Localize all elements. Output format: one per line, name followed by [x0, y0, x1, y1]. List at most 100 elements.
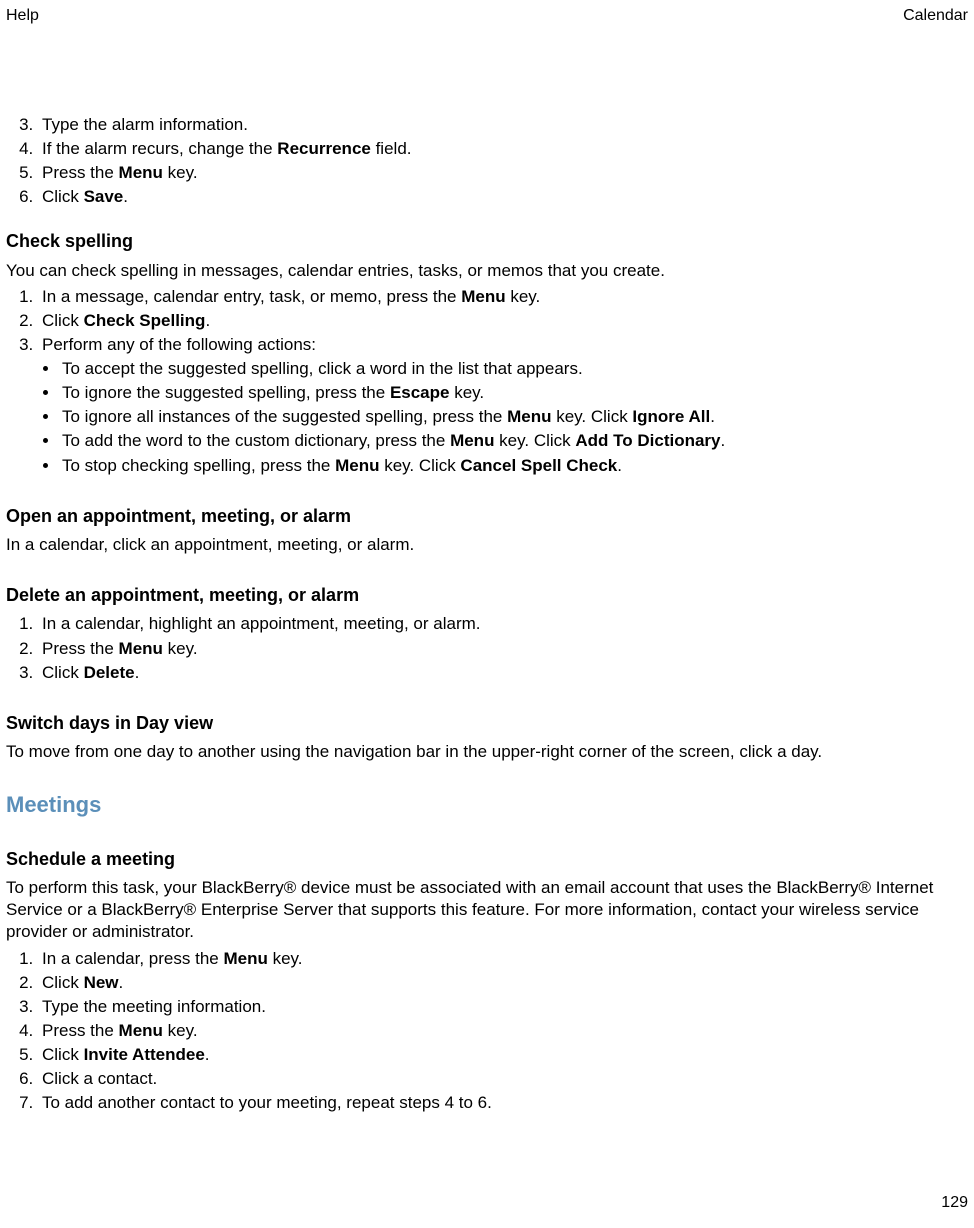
- list-item: Perform any of the following actions:: [38, 334, 968, 356]
- text: Click: [42, 187, 84, 206]
- delete-steps: In a calendar, highlight an appointment,…: [6, 613, 968, 683]
- bold-term: Menu: [119, 163, 163, 182]
- bold-term: New: [84, 973, 119, 992]
- header-left: Help: [6, 6, 39, 27]
- check-spelling-steps: In a message, calendar entry, task, or m…: [6, 286, 968, 356]
- text: In a calendar, press the: [42, 949, 223, 968]
- page-content: Type the alarm information. If the alarm…: [6, 112, 968, 1116]
- list-item: In a message, calendar entry, task, or m…: [38, 286, 968, 308]
- bold-term: Menu: [450, 431, 494, 450]
- text: .: [135, 663, 140, 682]
- step-text: To add another contact to your meeting, …: [42, 1093, 492, 1112]
- alarm-steps: Type the alarm information. If the alarm…: [6, 114, 968, 208]
- text: .: [205, 311, 210, 330]
- bold-term: Add To Dictionary: [575, 431, 720, 450]
- step-text: Click a contact.: [42, 1069, 157, 1088]
- heading-check-spelling: Check spelling: [6, 230, 968, 253]
- step-text: Click New.: [42, 973, 123, 992]
- list-item: Click a contact.: [38, 1068, 968, 1090]
- text: Press the: [42, 639, 119, 658]
- text: Click: [42, 663, 84, 682]
- check-spelling-bullets: To accept the suggested spelling, click …: [6, 358, 968, 476]
- list-item: Press the Menu key.: [38, 1020, 968, 1042]
- bold-term: Cancel Spell Check: [460, 456, 617, 475]
- schedule-body: To perform this task, your BlackBerry® d…: [6, 877, 968, 943]
- text: key.: [163, 1021, 198, 1040]
- text: .: [119, 973, 124, 992]
- text: Press the: [42, 1021, 119, 1040]
- text: Click: [42, 311, 84, 330]
- text: key.: [268, 949, 303, 968]
- text: field.: [371, 139, 412, 158]
- text: key. Click: [380, 456, 461, 475]
- step-text: In a calendar, highlight an appointment,…: [42, 614, 481, 633]
- text: Click: [42, 973, 84, 992]
- list-item: Click Check Spelling.: [38, 310, 968, 332]
- bullet-text: To ignore all instances of the suggested…: [62, 407, 715, 426]
- text: In a message, calendar entry, task, or m…: [42, 287, 461, 306]
- bold-term: Menu: [119, 639, 163, 658]
- list-item: Press the Menu key.: [38, 638, 968, 660]
- page-header: Help Calendar: [6, 6, 968, 27]
- step-text: Perform any of the following actions:: [42, 335, 316, 354]
- bold-term: Escape: [390, 383, 450, 402]
- list-item: Click New.: [38, 972, 968, 994]
- step-text: Press the Menu key.: [42, 163, 198, 182]
- bold-term: Menu: [223, 949, 267, 968]
- text: key.: [449, 383, 484, 402]
- step-text: In a message, calendar entry, task, or m…: [42, 287, 540, 306]
- heading-switch-days: Switch days in Day view: [6, 712, 968, 735]
- list-item: To add another contact to your meeting, …: [38, 1092, 968, 1114]
- list-item: To add the word to the custom dictionary…: [60, 430, 968, 452]
- list-item: Click Save.: [38, 186, 968, 208]
- schedule-steps: In a calendar, press the Menu key. Click…: [6, 948, 968, 1115]
- bullet-text: To add the word to the custom dictionary…: [62, 431, 725, 450]
- heading-delete: Delete an appointment, meeting, or alarm: [6, 584, 968, 607]
- step-text: Click Invite Attendee.: [42, 1045, 210, 1064]
- bold-term: Recurrence: [277, 139, 371, 158]
- text: .: [721, 431, 726, 450]
- list-item: Click Invite Attendee.: [38, 1044, 968, 1066]
- text: If the alarm recurs, change the: [42, 139, 277, 158]
- bullet-text: To stop checking spelling, press the Men…: [62, 456, 622, 475]
- step-text: Click Delete.: [42, 663, 139, 682]
- text: To stop checking spelling, press the: [62, 456, 335, 475]
- text: key. Click: [552, 407, 633, 426]
- list-item: To ignore all instances of the suggested…: [60, 406, 968, 428]
- bold-term: Invite Attendee: [84, 1045, 205, 1064]
- step-text: Click Save.: [42, 187, 128, 206]
- list-item: Type the alarm information.: [38, 114, 968, 136]
- step-text: Type the meeting information.: [42, 997, 266, 1016]
- bold-term: Menu: [335, 456, 379, 475]
- open-body: In a calendar, click an appointment, mee…: [6, 534, 968, 556]
- list-item: To accept the suggested spelling, click …: [60, 358, 968, 380]
- list-item: To ignore the suggested spelling, press …: [60, 382, 968, 404]
- text: To ignore all instances of the suggested…: [62, 407, 507, 426]
- list-item: If the alarm recurs, change the Recurren…: [38, 138, 968, 160]
- heading-open: Open an appointment, meeting, or alarm: [6, 505, 968, 528]
- bold-term: Menu: [507, 407, 551, 426]
- text: key.: [163, 163, 198, 182]
- bold-term: Menu: [119, 1021, 163, 1040]
- text: key.: [163, 639, 198, 658]
- heading-schedule: Schedule a meeting: [6, 848, 968, 871]
- step-text: Press the Menu key.: [42, 639, 198, 658]
- bold-term: Menu: [461, 287, 505, 306]
- step-text: Click Check Spelling.: [42, 311, 210, 330]
- list-item: Click Delete.: [38, 662, 968, 684]
- switch-body: To move from one day to another using th…: [6, 741, 968, 763]
- text: To ignore the suggested spelling, press …: [62, 383, 390, 402]
- bold-term: Delete: [84, 663, 135, 682]
- text: .: [205, 1045, 210, 1064]
- header-right: Calendar: [903, 6, 968, 27]
- text: To add the word to the custom dictionary…: [62, 431, 450, 450]
- list-item: To stop checking spelling, press the Men…: [60, 455, 968, 477]
- step-text: In a calendar, press the Menu key.: [42, 949, 302, 968]
- list-item: Type the meeting information.: [38, 996, 968, 1018]
- text: Press the: [42, 163, 119, 182]
- bold-term: Check Spelling: [84, 311, 206, 330]
- text: Click: [42, 1045, 84, 1064]
- bold-term: Save: [84, 187, 124, 206]
- text: key. Click: [494, 431, 575, 450]
- bullet-text: To ignore the suggested spelling, press …: [62, 383, 484, 402]
